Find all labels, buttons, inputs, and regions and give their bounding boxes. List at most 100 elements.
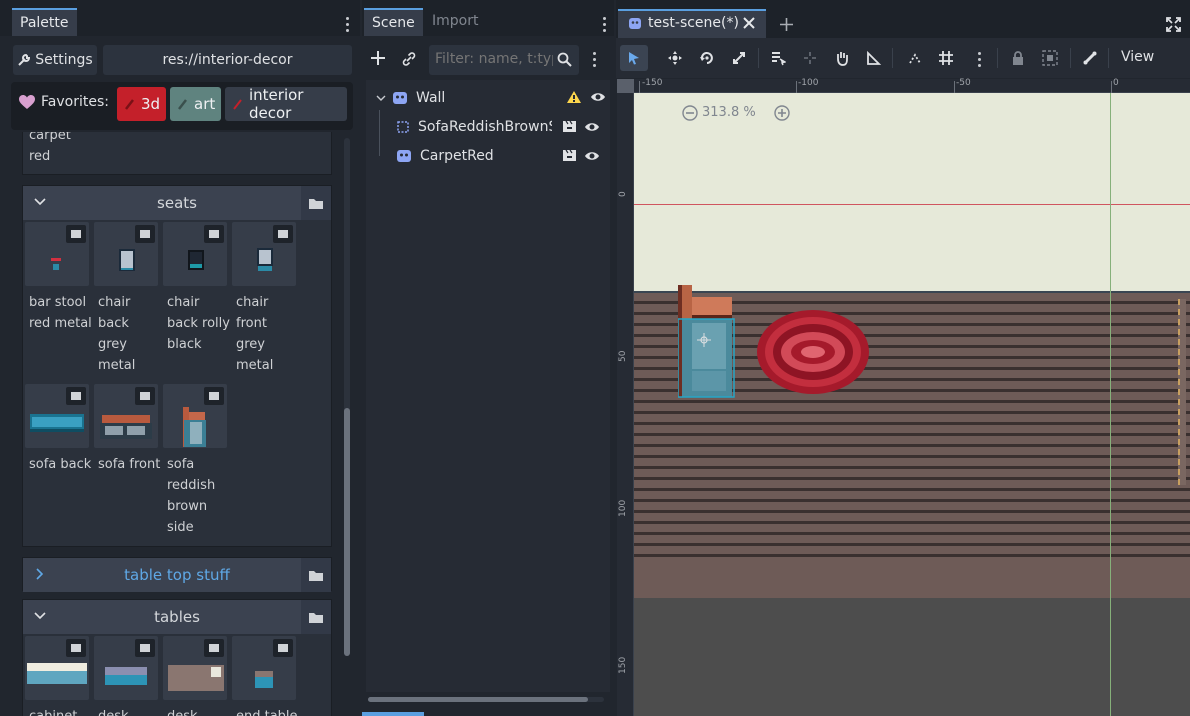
- close-icon[interactable]: [743, 17, 755, 29]
- add-node-icon[interactable]: [370, 50, 386, 66]
- pan-tool-icon[interactable]: [828, 45, 856, 71]
- clapperboard-icon: [66, 225, 86, 243]
- move-tool-icon[interactable]: [661, 45, 689, 71]
- scene-hscrollbar[interactable]: [368, 697, 604, 702]
- group-icon[interactable]: [1036, 45, 1064, 71]
- chevron-down-icon[interactable]: [376, 93, 386, 103]
- heart-icon: [18, 94, 36, 110]
- palette-item-desk-wood[interactable]: [163, 636, 227, 700]
- scene-filter-field[interactable]: [429, 45, 579, 75]
- y-axis-guide: [1110, 93, 1111, 716]
- sofa-thumb: [100, 415, 152, 439]
- palette-item-sofa-side[interactable]: [163, 384, 227, 448]
- visibility-eye-icon[interactable]: [584, 121, 600, 133]
- scene-menu-icon[interactable]: [603, 17, 607, 35]
- ruler-tick: [639, 81, 640, 93]
- snap-options-icon[interactable]: [978, 52, 982, 70]
- ruler-corner[interactable]: [617, 79, 634, 93]
- pivot-tool-icon[interactable]: [796, 45, 824, 71]
- skeleton-bone-icon[interactable]: [1076, 45, 1104, 71]
- tag-icon: [233, 98, 243, 110]
- folder-icon[interactable]: [301, 558, 331, 592]
- chevron-down-icon: [33, 609, 47, 623]
- palette-item-cabinet[interactable]: [25, 636, 89, 700]
- rotate-tool-icon[interactable]: [693, 45, 721, 71]
- zoom-level[interactable]: 313.8 %: [702, 105, 756, 120]
- scene-hscrollbar-thumb[interactable]: [368, 697, 588, 702]
- cabinet-thumb: [27, 663, 87, 684]
- palette-item-end-table[interactable]: [232, 636, 296, 700]
- settings-button[interactable]: Settings: [13, 45, 97, 75]
- node-icon: [628, 17, 642, 30]
- carpet-sprite[interactable]: [756, 309, 870, 395]
- clapperboard-icon: [66, 639, 86, 657]
- palette-item-list: carpet red seats bar stool red metal cha…: [14, 132, 334, 716]
- clapperboard-icon: [273, 225, 293, 243]
- section-header-seats[interactable]: seats: [23, 186, 331, 220]
- sofa-thumb: [183, 407, 206, 447]
- palette-item-desk[interactable]: [94, 636, 158, 700]
- grid-snap-icon[interactable]: [932, 45, 960, 71]
- palette-path-field[interactable]: res://interior-decor: [103, 45, 352, 75]
- vertical-ruler[interactable]: 0 50 100 150: [617, 79, 634, 716]
- distraction-free-icon[interactable]: [1166, 17, 1181, 32]
- favorites-label: Favorites:: [41, 94, 109, 110]
- favorite-chip-label: 3d: [141, 95, 161, 113]
- ruler-tick: [1111, 81, 1112, 93]
- tab-test-scene[interactable]: test-scene(*): [618, 9, 766, 38]
- scene-tabs-bar: test-scene(*): [616, 0, 1190, 38]
- scene-filter-input[interactable]: [435, 51, 553, 67]
- palette-item-sofa-back[interactable]: [25, 384, 89, 448]
- list-select-icon[interactable]: [764, 45, 792, 71]
- instance-scene-icon[interactable]: [562, 120, 577, 133]
- scale-tool-icon[interactable]: [725, 45, 753, 71]
- smart-snap-icon[interactable]: [901, 45, 929, 71]
- tree-node-sofa[interactable]: SofaReddishBrownS: [396, 113, 606, 141]
- palette-item-bar-stool[interactable]: [25, 222, 89, 286]
- toolbar-separator: [1070, 48, 1071, 68]
- favorite-chip-3d[interactable]: 3d: [117, 87, 166, 121]
- warning-icon[interactable]: [566, 90, 582, 104]
- item-label: chair back rolly black: [167, 295, 230, 352]
- palette-scrollbar-thumb[interactable]: [344, 408, 350, 656]
- palette-item-chair-back-rolly[interactable]: [163, 222, 227, 286]
- item-label: bar stool red metal: [29, 295, 92, 331]
- node-name: SofaReddishBrownS: [418, 119, 552, 135]
- tab-palette[interactable]: Palette: [12, 8, 77, 36]
- favorite-chip-label: art: [194, 95, 216, 113]
- palette-menu-icon[interactable]: [346, 17, 350, 35]
- zoom-out-icon[interactable]: [682, 105, 698, 121]
- palette-item-chair-back-grey[interactable]: [94, 222, 158, 286]
- zoom-in-icon[interactable]: [774, 105, 790, 121]
- canvas-2d[interactable]: 313.8 %: [634, 93, 1190, 716]
- horizontal-ruler[interactable]: -150 -100 -50 0: [617, 78, 1190, 93]
- tab-scene[interactable]: Scene: [364, 8, 423, 36]
- palette-item-chair-front-grey[interactable]: [232, 222, 296, 286]
- item-label: carpet: [29, 132, 71, 143]
- toolbar-separator: [1108, 48, 1109, 68]
- new-tab-plus-icon[interactable]: [779, 17, 794, 32]
- section-header-table-top-stuff[interactable]: table top stuff: [23, 558, 331, 592]
- instance-scene-icon[interactable]: [562, 149, 577, 162]
- section-header-tables[interactable]: tables: [23, 600, 331, 634]
- visibility-eye-icon[interactable]: [584, 150, 600, 162]
- link-icon[interactable]: [401, 51, 417, 67]
- palette-scrollbar[interactable]: [344, 138, 350, 656]
- lock-icon[interactable]: [1004, 45, 1032, 71]
- folder-icon[interactable]: [301, 186, 331, 220]
- ruler-tool-icon[interactable]: [860, 45, 888, 71]
- folder-icon[interactable]: [301, 600, 331, 634]
- palette-item-sofa-front[interactable]: [94, 384, 158, 448]
- tree-node-carpet[interactable]: CarpetRed: [396, 142, 606, 170]
- favorite-chip-interior-decor[interactable]: interior decor: [225, 86, 347, 122]
- select-tool-icon[interactable]: [620, 45, 648, 71]
- settings-label: Settings: [35, 52, 93, 68]
- tab-import[interactable]: Import: [424, 8, 486, 36]
- item-label: chair front grey metal: [236, 295, 274, 373]
- canvas-edge-handle[interactable]: [1178, 299, 1186, 485]
- visibility-eye-icon[interactable]: [590, 91, 606, 103]
- view-menu-button[interactable]: View: [1121, 49, 1154, 65]
- favorite-chip-art[interactable]: art: [170, 87, 221, 121]
- filter-menu-icon[interactable]: [593, 52, 597, 70]
- tree-node-wall[interactable]: Wall: [372, 84, 606, 112]
